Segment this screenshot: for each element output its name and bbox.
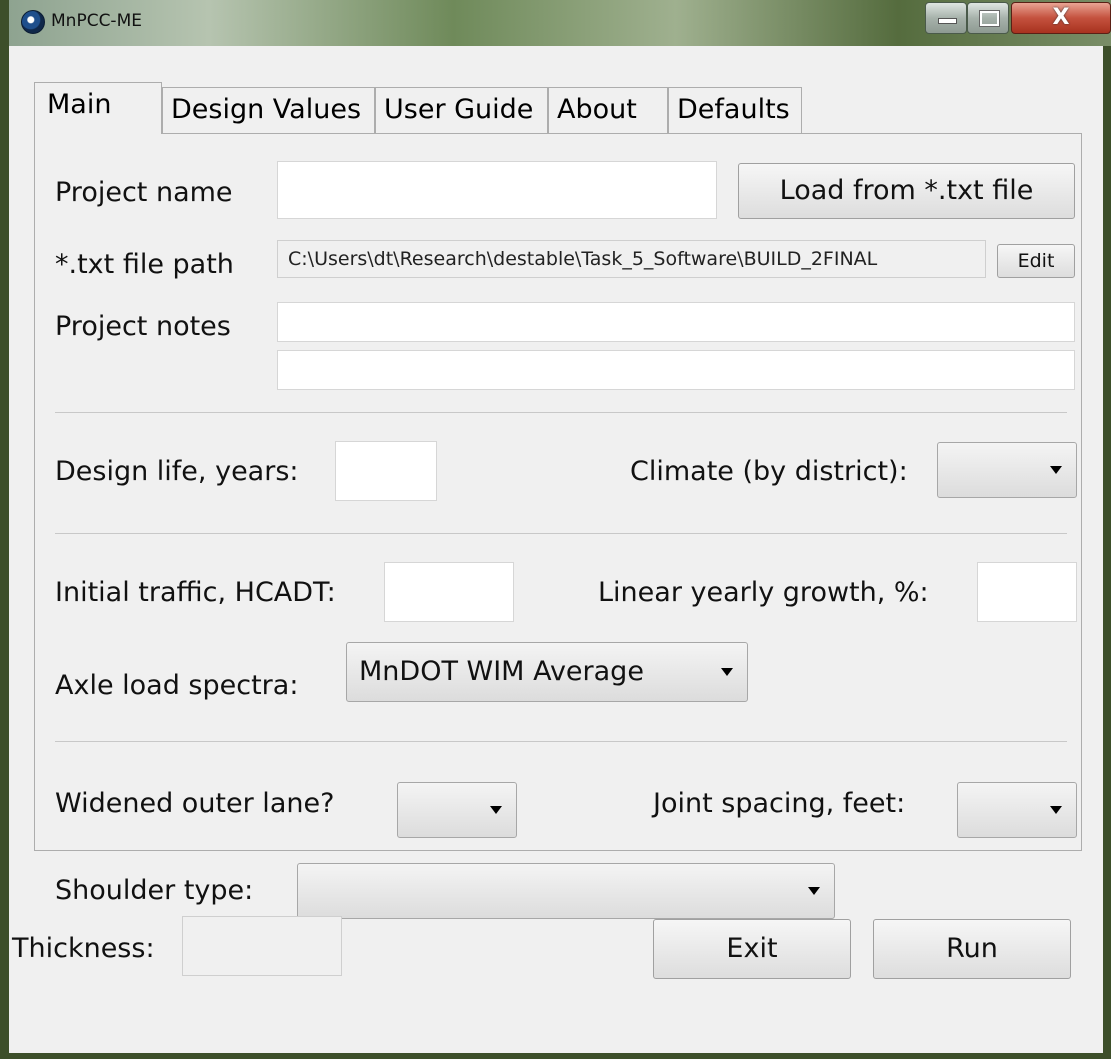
close-button[interactable]: X — [1011, 2, 1111, 34]
design-life-label: Design life, years: — [55, 456, 299, 487]
title-bar[interactable]: MnPCC-ME X — [9, 0, 1111, 46]
widened-lane-dropdown[interactable] — [397, 782, 517, 838]
climate-label: Climate (by district): — [630, 456, 908, 487]
axle-load-selected: MnDOT WIM Average — [359, 656, 644, 687]
axle-load-label: Axle load spectra: — [55, 670, 299, 701]
initial-traffic-label: Initial traffic, HCADT: — [55, 577, 336, 608]
linear-growth-label: Linear yearly growth, %: — [598, 577, 929, 608]
separator-1 — [55, 412, 1067, 413]
joint-spacing-dropdown[interactable] — [957, 782, 1077, 838]
project-name-input[interactable] — [277, 161, 717, 219]
tab-user-guide[interactable]: User Guide — [375, 87, 548, 133]
separator-2 — [55, 533, 1067, 534]
exit-button[interactable]: Exit — [653, 919, 851, 979]
separator-3 — [55, 741, 1067, 742]
project-name-label: Project name — [55, 177, 233, 208]
main-tab-panel: Project name Load from *.txt file *.txt … — [34, 133, 1082, 919]
client-area: Main Design Values User Guide About Defa… — [9, 46, 1103, 1053]
close-icon: X — [1052, 5, 1070, 30]
txt-file-path-label: *.txt file path — [55, 249, 234, 280]
tab-defaults[interactable]: Defaults — [668, 87, 802, 133]
thickness-output — [182, 916, 342, 976]
chevron-down-icon — [1050, 806, 1062, 814]
tab-main[interactable]: Main — [34, 82, 162, 134]
axle-load-spectra-dropdown[interactable]: MnDOT WIM Average — [346, 642, 748, 702]
project-notes-label: Project notes — [55, 311, 231, 342]
run-button[interactable]: Run — [873, 919, 1071, 979]
txt-file-path-field: C:\Users\dt\Research\destable\Task_5_Sof… — [277, 240, 986, 278]
maximize-button[interactable] — [967, 2, 1009, 34]
minimize-button[interactable] — [925, 2, 967, 34]
chevron-down-icon — [490, 806, 502, 814]
thickness-label: Thickness: — [12, 933, 155, 964]
load-from-txt-button[interactable]: Load from *.txt file — [738, 163, 1075, 219]
linear-growth-input[interactable] — [977, 562, 1077, 622]
tab-about[interactable]: About — [548, 87, 668, 133]
chevron-down-icon — [721, 668, 733, 676]
project-notes-input-2[interactable] — [277, 350, 1075, 390]
climate-dropdown[interactable] — [937, 442, 1077, 498]
edit-path-button[interactable]: Edit — [997, 244, 1075, 278]
shoulder-type-dropdown[interactable] — [297, 863, 835, 919]
chevron-down-icon — [1050, 466, 1062, 474]
tab-design-values[interactable]: Design Values — [162, 87, 375, 133]
initial-traffic-input[interactable] — [384, 562, 514, 622]
window-title: MnPCC-ME — [51, 11, 142, 31]
app-logo-icon — [21, 10, 45, 34]
shoulder-type-label: Shoulder type: — [55, 875, 254, 906]
project-notes-input-1[interactable] — [277, 302, 1075, 342]
design-life-input[interactable] — [335, 441, 437, 501]
widened-lane-label: Widened outer lane? — [55, 788, 335, 819]
joint-spacing-label: Joint spacing, feet: — [653, 788, 906, 819]
chevron-down-icon — [808, 887, 820, 895]
